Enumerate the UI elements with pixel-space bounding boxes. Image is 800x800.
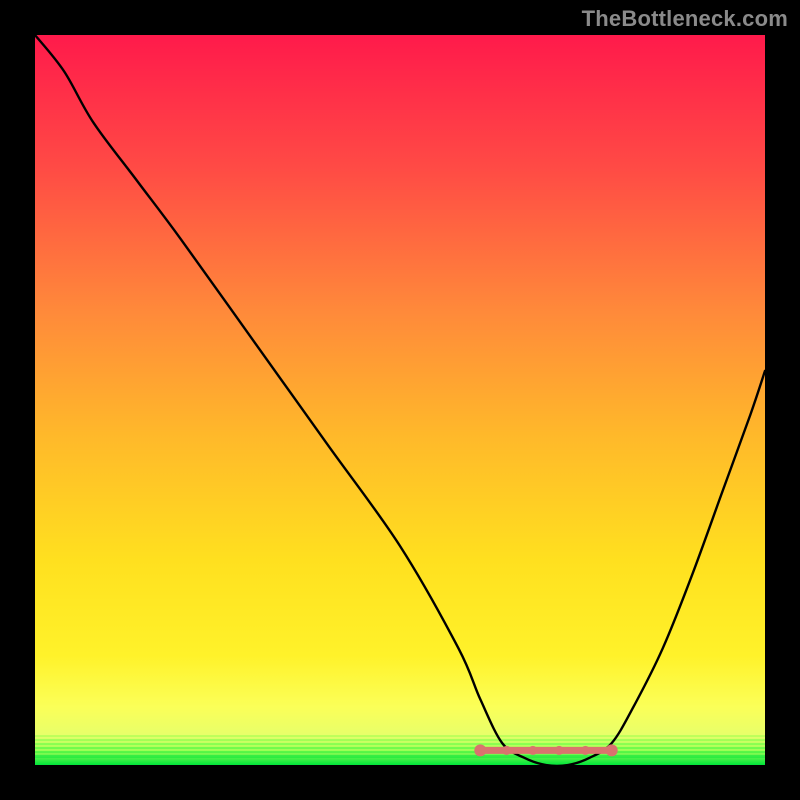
gradient-background [35, 35, 765, 765]
chart-svg [35, 35, 765, 765]
chart-frame: TheBottleneck.com [0, 0, 800, 800]
watermark-text: TheBottleneck.com [582, 6, 788, 32]
chart-plot-area [35, 35, 765, 765]
